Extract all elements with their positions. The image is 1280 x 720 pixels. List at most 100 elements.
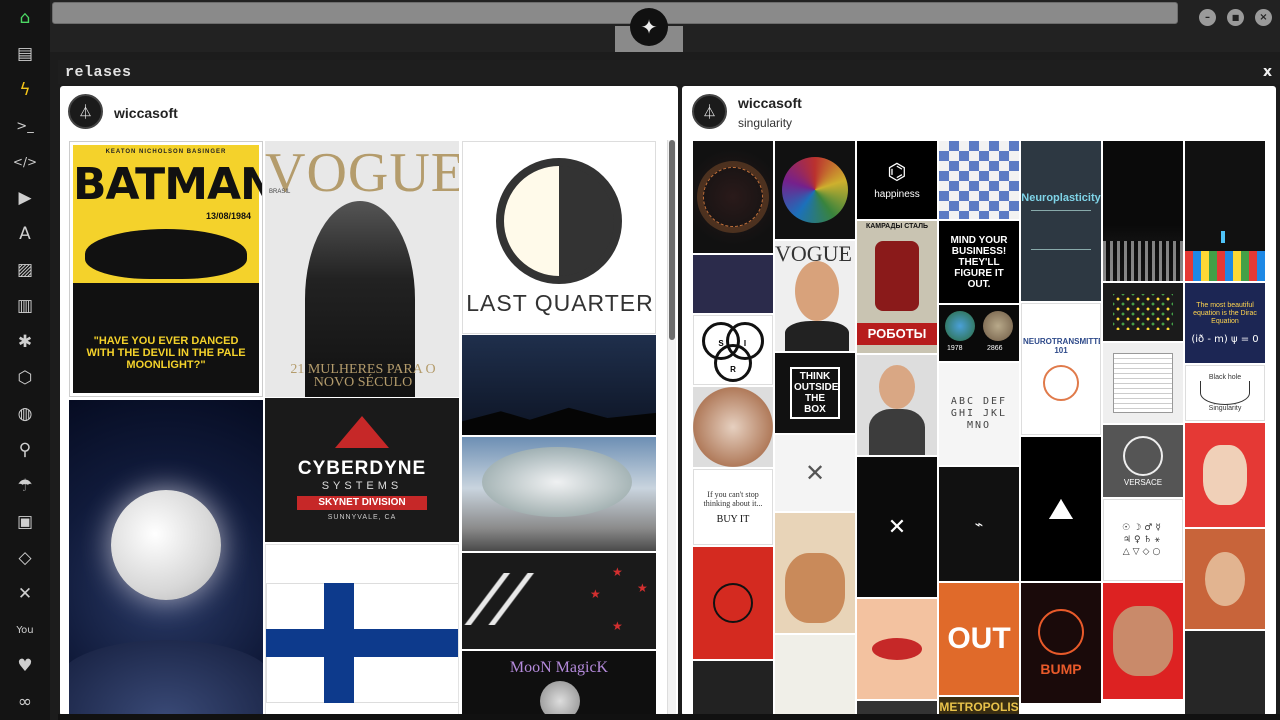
skynet-division: SKYNET DIVISION — [297, 496, 427, 510]
dark-text-tile[interactable] — [1185, 631, 1265, 716]
woman-portrait-tile[interactable] — [857, 355, 937, 455]
happiness-label: happiness — [874, 189, 920, 200]
minimize-button[interactable]: – — [1199, 9, 1216, 26]
mind-business-tile[interactable]: MIND YOUR BUSINESS! THEY'LL FIGURE IT OU… — [939, 221, 1019, 303]
robots-header: КАМРАДЫ СТАЛЬ — [865, 223, 929, 230]
dirac-equation-tile[interactable]: The most beautiful equation is the Dirac… — [1185, 283, 1265, 363]
vogue-cover-tile[interactable]: VOGUE BRASIL 21 MULHERES PARA O NOVO SÉC… — [265, 141, 459, 397]
image-icon[interactable]: ▨ — [13, 258, 37, 282]
search-icon[interactable]: ⚲ — [13, 438, 37, 462]
close-button[interactable]: × — [1255, 9, 1272, 26]
lightning-icon[interactable]: ϟ — [13, 78, 37, 102]
robots-poster-tile[interactable]: КАМРАДЫ СТАЛЬ РОБОТЫ — [857, 221, 937, 353]
women-photo-tile[interactable] — [1103, 583, 1183, 699]
play-icon[interactable]: ▶ — [13, 186, 37, 210]
versace-tile[interactable]: VERSACE — [1103, 425, 1183, 497]
username[interactable]: wiccasoft — [738, 95, 802, 111]
asterisk-icon[interactable]: ✱ — [13, 330, 37, 354]
string-art-tile[interactable] — [693, 141, 773, 253]
scroll-thumb[interactable] — [669, 140, 675, 340]
symbols-chart-tile[interactable]: ☉☽♂☿ ♃♀♄⚹ △▽◇○ — [1103, 499, 1183, 581]
heart-icon[interactable]: ♥ — [13, 654, 37, 678]
dark-poster-tile[interactable] — [693, 661, 773, 716]
harpers-bazaar-tile[interactable] — [1185, 423, 1265, 527]
globe-icon[interactable]: ◍ — [13, 402, 37, 426]
avatar[interactable]: ⏃ — [68, 94, 103, 129]
avatar[interactable]: ⏃ — [692, 94, 727, 129]
silver-fern-icon — [462, 573, 638, 625]
panel-close-button[interactable]: x — [1263, 64, 1272, 80]
batman-poster-tile[interactable]: KEATON NICHOLSON BASINGER BATMAN 13/08/1… — [69, 141, 263, 397]
retro-beach-tile[interactable] — [775, 513, 855, 633]
triangle-quote-tile[interactable] — [1021, 437, 1101, 581]
bat-logo-icon — [85, 229, 247, 279]
moon-image — [111, 490, 221, 600]
panel-header: relases x — [58, 60, 1280, 84]
color-lines-tile[interactable] — [775, 141, 855, 239]
hashtag-minimal-tile[interactable]: ✕ — [857, 457, 937, 597]
panel-title: relases — [65, 64, 132, 81]
happiness-tile[interactable]: ⌬ happiness — [857, 141, 937, 219]
star-icon: ★ — [637, 581, 648, 595]
newspaper-icon[interactable]: ▥ — [13, 294, 37, 318]
vogue-model-tile[interactable]: VOGUE — [775, 241, 855, 351]
hexagon-icon[interactable]: ⬡ — [13, 366, 37, 390]
colored-dots-tile[interactable] — [1103, 283, 1183, 341]
red-atom-poster-tile[interactable] — [693, 547, 773, 659]
moon-magick-tile[interactable]: MooN MagicK — [462, 651, 656, 716]
night-sky-tile[interactable] — [462, 335, 656, 435]
home-icon[interactable]: ⌂ — [13, 6, 37, 30]
minimal-x-tile[interactable]: ✕ — [775, 435, 855, 511]
expand-icon[interactable]: ✕ — [13, 582, 37, 606]
think-outside-tile[interactable]: THINK OUTSIDE THE BOX — [775, 353, 855, 433]
retro-illustration-tile[interactable] — [775, 635, 855, 716]
alphabet-poster-tile[interactable]: ABC DEF GHI JKL MNO — [939, 363, 1019, 465]
dirac-equation: (ið - m) ψ = 0 — [1191, 333, 1259, 345]
venn-diagram-tile[interactable]: S I R — [693, 315, 773, 385]
black-hole-diagram-tile[interactable]: Black hole Singularity — [1185, 365, 1265, 421]
rebel-alliance-icon[interactable]: ✦ — [630, 8, 668, 46]
umbrella-icon[interactable]: ☂ — [13, 474, 37, 498]
document-icon[interactable]: ▤ — [13, 42, 37, 66]
volcano-plume-tile[interactable] — [462, 437, 656, 551]
tetris-tile[interactable] — [1185, 141, 1265, 281]
youtube-icon[interactable]: You — [13, 618, 37, 642]
contact-card-icon[interactable]: ▣ — [13, 510, 37, 534]
earth-year-tile[interactable]: 1978 2866 — [939, 305, 1019, 361]
cyberdyne-tile[interactable]: CYBERDYNE SYSTEMS SKYNET DIVISION SUNNYV… — [265, 398, 459, 542]
vogue-subtitle: BRASIL — [269, 189, 291, 195]
star-icon: ★ — [590, 587, 601, 601]
neurotransmitters-tile[interactable]: NEUROTRANSMITTERS 101 — [1021, 303, 1101, 435]
moon-photo-tile[interactable] — [69, 400, 263, 716]
jupiter-planet-tile[interactable] — [693, 387, 773, 467]
bump-poster-tile[interactable]: BUMP — [1021, 583, 1101, 703]
board-name[interactable]: singularity — [738, 116, 792, 130]
link-icon[interactable]: ◇ — [13, 546, 37, 570]
neuroplasticity-tile[interactable]: Neuroplasticity — [1021, 141, 1101, 301]
board-card-releases: ⏃ wiccasoft KEATON NICHOLSON BASINGER BA… — [60, 86, 678, 716]
minimal-symbol-tile[interactable]: ⌁ — [939, 467, 1019, 581]
username[interactable]: wiccasoft — [114, 105, 178, 121]
terminal-icon[interactable]: >_ — [13, 114, 37, 138]
out-poster-tile[interactable]: OUT — [939, 583, 1019, 695]
city-skyline-tile[interactable] — [1103, 141, 1183, 281]
cyberdyne-systems: SYSTEMS — [321, 480, 403, 492]
newspaper-tile[interactable] — [1103, 343, 1183, 423]
chess-board-tile[interactable] — [939, 141, 1019, 219]
batman-date: 13/08/1984 — [205, 211, 251, 221]
scrollbar[interactable] — [667, 140, 676, 716]
cyberdyne-location: SUNNYVALE, CA — [327, 514, 397, 521]
buy-it-quote-tile[interactable]: If you can't stop thinking about it... B… — [693, 469, 773, 545]
protest-photo-tile[interactable] — [693, 255, 773, 313]
code-icon[interactable]: </> — [13, 150, 37, 174]
neurotransmitters-title: NEUROTRANSMITTERS 101 — [1023, 337, 1100, 355]
maximize-button[interactable]: ■ — [1227, 9, 1244, 26]
last-quarter-tile[interactable]: LAST QUARTER — [462, 141, 656, 334]
red-hair-portrait-tile[interactable] — [1185, 529, 1265, 629]
cloud-icon[interactable]: ∞ — [13, 690, 37, 714]
translate-icon[interactable]: A — [13, 222, 37, 246]
lips-poster-tile[interactable] — [857, 599, 937, 699]
address-bar[interactable] — [52, 2, 1178, 24]
finland-flag-tile[interactable] — [265, 544, 459, 716]
nz-fern-flag-tile[interactable]: ★ ★ ★ ★ — [462, 553, 656, 649]
